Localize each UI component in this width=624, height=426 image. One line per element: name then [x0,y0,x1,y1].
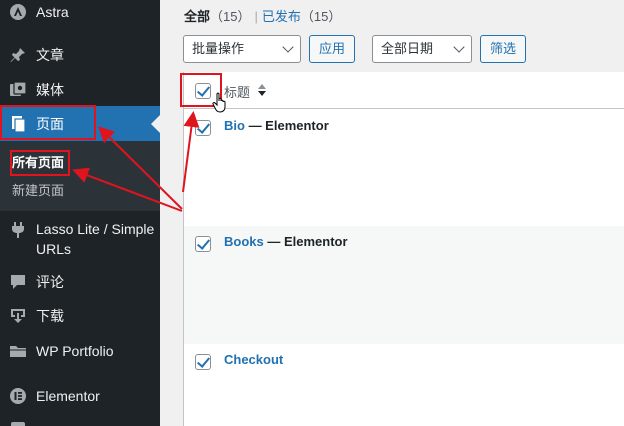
chevron-down-icon [282,41,294,53]
annotation-box-pages [0,105,96,140]
sidebar-item-comments[interactable]: 评论 [0,271,160,293]
sidebar-item-posts[interactable]: 文章 [0,44,160,66]
sort-down-icon[interactable] [258,91,266,96]
elementor-icon [9,387,27,405]
sidebar-item-label: 评论 [36,274,64,290]
sidebar-item-label: Astra [36,4,69,20]
sidebar-item-media[interactable]: 媒体 [0,79,160,101]
table-row: Bio — Elementor [184,110,624,226]
page-title-link[interactable]: Bio [224,118,245,133]
table-header: 标题 [184,72,624,109]
download-icon [9,307,27,325]
row-checkbox[interactable] [195,120,211,136]
post-state: — Elementor [244,118,329,133]
sidebar-item-partial[interactable] [0,418,160,426]
row-title: Checkout [224,352,283,367]
chevron-down-icon [453,41,465,53]
sidebar-item-downloads[interactable]: 下载 [0,305,160,327]
filter-button[interactable]: 筛选 [480,35,526,63]
filter-published-count: （15） [300,9,342,24]
date-filter-value: 全部日期 [381,41,434,56]
sidebar-item-elementor[interactable]: Elementor [0,385,160,407]
pin-icon [9,46,27,64]
sidebar-item-wp-portfolio[interactable]: WP Portfolio [0,340,160,362]
date-filter-select[interactable]: 全部日期 [372,35,472,63]
apply-button[interactable]: 应用 [309,35,355,63]
bulk-actions-select[interactable]: 批量操作 [183,35,301,63]
row-checkbox[interactable] [195,354,211,370]
sidebar-item-astra[interactable]: Astra [0,1,160,23]
media-icon [9,81,27,99]
status-filter-links: 全部（15） | 已发布（15） [184,8,341,26]
filter-all[interactable]: 全部 [184,9,210,24]
table-row: Checkout [184,344,624,426]
pages-table: 标题 Bio — Elementor Books — Elementor Che… [183,72,624,426]
sidebar-item-label: 文章 [36,47,64,63]
row-checkbox[interactable] [195,236,211,252]
bulk-actions-value: 批量操作 [192,41,245,56]
filter-separator: | [254,9,258,24]
sidebar-item-label: WP Portfolio [36,343,114,359]
sidebar-item-label-line2: URLs [36,241,72,257]
page-title-link[interactable]: Checkout [224,352,283,367]
post-state: — Elementor [263,234,348,249]
sidebar-item-label: 媒体 [36,82,64,98]
filter-all-count: （15） [210,9,251,24]
hand-cursor-icon [212,92,226,113]
filter-published[interactable]: 已发布 [262,9,301,24]
annotation-box-all-pages [10,150,70,176]
comment-icon [9,273,27,291]
template-icon [9,420,27,426]
sidebar-item-lasso[interactable]: Lasso Lite / Simple URLs [0,218,160,260]
page-title-link[interactable]: Books [224,234,264,249]
current-menu-pointer [151,115,160,133]
row-title: Bio — Elementor [224,118,329,133]
sidebar-item-label: Lasso Lite / Simple [36,221,155,237]
table-row: Books — Elementor [184,226,624,344]
admin-sidebar: Astra 文章 媒体 页面 所有页面 新建页面 Lasso Lite / Si… [0,0,160,426]
sort-up-icon[interactable] [258,84,266,89]
astra-icon [9,3,27,21]
submenu-add-new-page[interactable]: 新建页面 [12,182,64,200]
sidebar-item-label: 下载 [36,308,64,324]
folder-icon [9,342,27,360]
row-title: Books — Elementor [224,234,348,249]
plug-icon [9,221,27,239]
sidebar-item-label: Elementor [36,388,100,404]
